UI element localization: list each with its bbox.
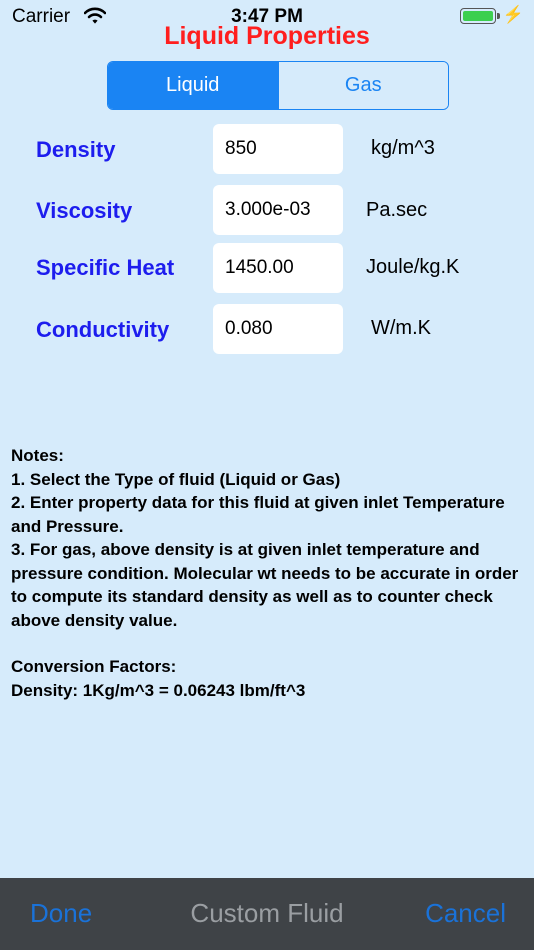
note-item: 2. Enter property data for this fluid at… (11, 493, 505, 536)
density-label: Density (36, 137, 116, 162)
viscosity-input[interactable]: 3.000e-03 (213, 185, 343, 235)
conductivity-label: Conductivity (36, 317, 170, 342)
specific-heat-label: Specific Heat (36, 255, 175, 280)
cancel-button[interactable]: Cancel (425, 898, 506, 929)
notes-section: Notes: 1. Select the Type of fluid (Liqu… (11, 444, 526, 702)
battery-tip (497, 13, 500, 19)
density-unit: kg/m^3 (371, 137, 435, 159)
viscosity-label: Viscosity (36, 198, 133, 223)
conductivity-unit: W/m.K (371, 317, 431, 339)
segment-gas[interactable]: Gas (277, 62, 448, 109)
note-item: 1. Select the Type of fluid (Liquid or G… (11, 469, 341, 489)
note-item: 3. For gas, above density is at given in… (11, 540, 519, 630)
conductivity-input[interactable]: 0.080 (213, 304, 343, 354)
density-input[interactable]: 850 (213, 124, 343, 174)
viscosity-unit: Pa.sec (366, 199, 428, 221)
specific-heat-unit: Joule/kg.K (366, 256, 460, 278)
conversion-line: Density: 1Kg/m^3 = 0.06243 lbm/ft^3 (11, 680, 306, 700)
specific-heat-input[interactable]: 1450.00 (213, 243, 343, 293)
notes-heading: Notes: (11, 446, 64, 465)
bottom-toolbar: Done Custom Fluid Cancel (0, 878, 534, 950)
page-title: Liquid Properties (164, 22, 370, 50)
fluid-type-segmented-control: Liquid Gas (107, 61, 449, 110)
segment-liquid[interactable]: Liquid (108, 62, 278, 109)
conversion-heading: Conversion Factors: (11, 657, 177, 676)
